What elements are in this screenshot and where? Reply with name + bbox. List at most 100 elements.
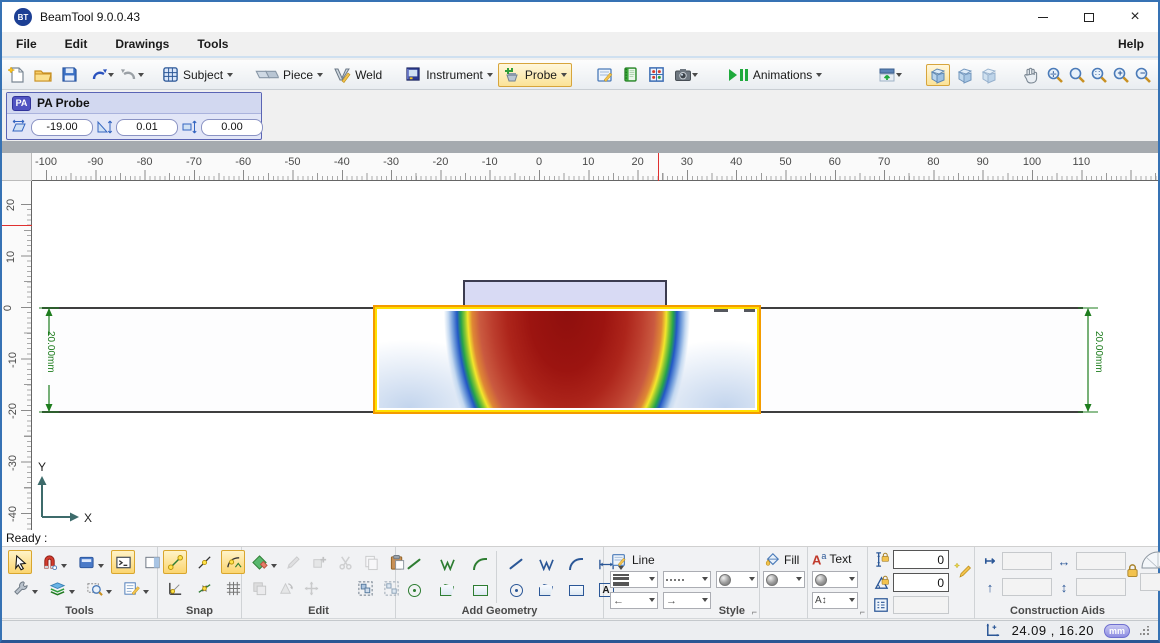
redo-icon[interactable] [120,66,138,84]
add-polyline-blue-button[interactable] [534,552,558,576]
panel-layout-caret[interactable] [896,73,902,80]
snap-node-button[interactable] [192,576,216,600]
aspect-lock-icon[interactable] [1123,561,1141,579]
list-properties-icon[interactable] [872,596,890,614]
animations-button[interactable]: Animations [722,63,827,87]
ribbon-group-text: Aa Text A↕ ⌐ [808,547,868,619]
probe-x-offset-field[interactable]: -19.00 [31,119,93,136]
units-badge[interactable]: mm [1104,624,1130,638]
close-button[interactable]: × [1112,2,1158,32]
snap-midpoint-button[interactable] [192,550,216,574]
menu-drawings[interactable]: Drawings [101,32,183,56]
zoom-selection-icon[interactable]: ∷ [1090,66,1108,84]
pan-hand-icon[interactable] [1022,66,1040,84]
add-line-green-button[interactable] [402,552,426,576]
snap-endpoint-button[interactable] [163,550,187,574]
height-input[interactable]: 0 [893,550,949,569]
piece-button[interactable]: Piece [250,63,328,87]
add-circle-blue-button[interactable] [504,578,528,602]
rotate-button[interactable] [273,576,297,600]
select-tool-button[interactable] [8,550,32,574]
magnet-tool-button[interactable] [37,550,61,574]
view-cube-wire-icon[interactable] [980,66,998,84]
h-ruler-label: -10 [482,156,498,168]
menu-help[interactable]: Help [1104,32,1158,56]
drawing-canvas[interactable]: 20.00mm 20.00mm Y X [32,181,1158,530]
snapshot-camera-icon[interactable] [674,66,692,84]
line-width-select[interactable] [610,571,658,588]
fill-style-button[interactable] [247,550,271,574]
text-color-select[interactable] [812,571,858,588]
command-console-button[interactable] [111,550,135,574]
open-icon[interactable] [34,66,52,84]
panel-view-button[interactable] [74,550,98,574]
view-cube-front-icon[interactable] [956,66,974,84]
subject-button[interactable]: Subject [156,63,238,87]
group-button[interactable] [353,576,377,600]
horizontal-ruler[interactable]: -100-90-80-70-60-50-40-30-20-10010203040… [32,153,1158,181]
resize-grip[interactable] [1140,626,1150,636]
pa-probe-panel[interactable]: PA PA Probe -19.00 0.01 0.00 [6,92,262,140]
add-arc-blue-button[interactable] [564,552,588,576]
zoom-window-icon[interactable] [1068,66,1086,84]
minimize-button[interactable] [1020,2,1066,32]
order-button[interactable] [247,576,271,600]
new-document-icon[interactable] [8,66,26,84]
snap-axis-button[interactable] [163,576,187,600]
undo-dropdown-caret[interactable] [108,73,114,80]
add-arc-green-button[interactable] [468,552,492,576]
panel-layout-icon[interactable] [878,66,896,84]
notebook-icon[interactable] [622,66,640,84]
probe-angle-field[interactable]: 0.01 [116,119,178,136]
add-polyline-green-button[interactable] [435,552,459,576]
zoom-region-button[interactable] [82,576,106,600]
text-size-select[interactable]: A↕ [812,592,858,609]
move-button[interactable] [299,576,323,600]
probe-element-width-field[interactable]: 0.00 [201,119,263,136]
add-rectangle-blue-button[interactable] [564,578,588,602]
line-dash-select[interactable] [663,571,711,588]
layers-button[interactable] [45,576,69,600]
angle-input[interactable]: 0 [893,573,949,592]
beam-simulation[interactable] [373,305,761,414]
view-cube-solid-button[interactable] [926,64,950,86]
menu-edit[interactable]: Edit [51,32,102,56]
add-polygon-green-button[interactable] [435,578,459,602]
zoom-extents-icon[interactable]: ✛ [1046,66,1064,84]
add-polygon-blue-button[interactable] [534,578,558,602]
view-cube-solid-icon [929,66,947,84]
text-dialog-launcher[interactable]: ⌐ [860,607,865,617]
save-icon[interactable] [60,66,78,84]
add-line-blue-button[interactable] [504,552,528,576]
edit-pencil-icon[interactable] [954,561,972,579]
width-input-disabled [1076,552,1126,570]
fill-color-select[interactable] [763,571,805,588]
add-copy-button[interactable] [307,550,331,574]
instrument-button[interactable]: Instrument [399,63,498,87]
copy-button[interactable] [359,550,383,574]
line-color-select[interactable] [716,571,758,588]
settings-wrench-button[interactable] [8,576,32,600]
cut-button[interactable] [333,550,357,574]
zoom-out-icon[interactable]: − [1134,66,1152,84]
add-circle-green-button[interactable] [402,578,426,602]
beamset-grid-icon[interactable] [648,66,666,84]
menu-tools[interactable]: Tools [183,32,242,56]
protractor-icon[interactable] [1140,549,1160,574]
weld-button[interactable]: Weld [328,63,387,87]
style-dialog-launcher[interactable]: ⌐ [752,607,757,617]
list-edit-button[interactable] [119,576,143,600]
add-rectangle-green-button[interactable] [468,578,492,602]
sketch-pad-icon[interactable] [596,66,614,84]
probe-button[interactable]: Probe [498,63,572,87]
menu-file[interactable]: File [2,32,51,56]
height-arrow-icon: ↕ [1055,580,1073,595]
vertical-ruler[interactable]: 20100-10-20-30-40 [2,181,32,530]
zoom-in-icon[interactable]: + [1112,66,1130,84]
redo-dropdown-caret[interactable] [138,73,144,80]
undo-icon[interactable] [90,66,108,84]
maximize-button[interactable] [1066,2,1112,32]
erase-button[interactable] [281,550,305,574]
camera-dropdown-caret[interactable] [692,73,698,80]
axis-y-label: Y [38,460,46,474]
